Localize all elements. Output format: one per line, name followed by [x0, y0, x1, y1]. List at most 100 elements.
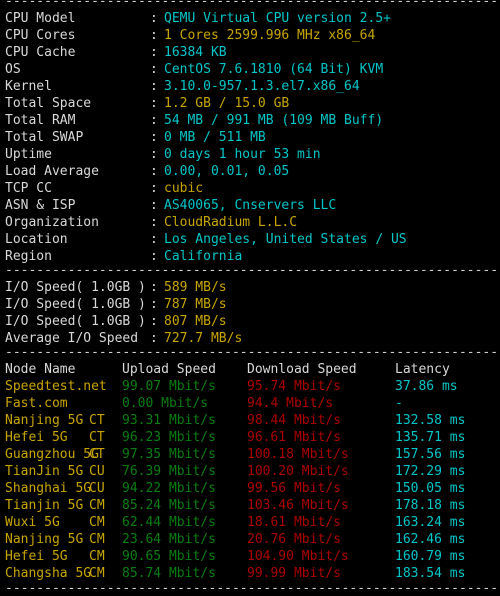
system-info-row: CPU Model: QEMU Virtual CPU version 2.5+ — [5, 10, 496, 27]
io-speed-label: I/O Speed( 1.0GB ) — [5, 280, 146, 295]
cell-upload-speed: 97.35 Mbit/s — [122, 447, 216, 462]
cell-isp: CM — [89, 515, 105, 530]
system-info-row: Organization: CloudRadium L.L.C — [5, 214, 496, 231]
speedtest-row: Changsha 5GCM 85.74 Mbit/s 99.99 Mbit/s 183… — [5, 565, 496, 582]
separator-io: ----------------------------------------… — [5, 265, 500, 278]
cell-upload-speed: 76.39 Mbit/s — [122, 464, 216, 479]
cell-node-name: Hefei 5G — [5, 549, 68, 564]
io-speed-block: I/O Speed( 1.0GB ):589 MB/s I/O Speed( 1.… — [0, 279, 500, 347]
system-info-label: Location — [5, 232, 68, 247]
io-speed-row: Average I/O Speed:727.7 MB/s — [5, 330, 496, 347]
colon-separator: : — [150, 331, 158, 346]
system-info-value: 1 Cores 2599.996 MHz x86_64 — [164, 28, 376, 43]
system-info-label: Total Space — [5, 96, 92, 111]
io-speed-value: 589 MB/s — [164, 280, 227, 295]
io-speed-label: I/O Speed( 1.0GB ) — [5, 314, 146, 329]
system-info-label: CPU Cache — [5, 45, 76, 60]
cell-isp: CT — [89, 447, 105, 462]
colon-separator: : — [150, 215, 158, 230]
io-speed-row: I/O Speed( 1.0GB ):787 MB/s — [5, 296, 496, 313]
colon-separator: : — [150, 62, 158, 77]
cell-download-speed: 99.56 Mbit/s — [247, 481, 341, 496]
cell-node-name: Shanghai 5G — [5, 481, 92, 496]
cell-node-name: Tianjin 5G — [5, 498, 84, 513]
separator-speedtest: ----------------------------------------… — [5, 347, 500, 360]
speedtest-row: Nanjing 5G CM 23.64 Mbit/s 20.76 Mbit/s 162.… — [5, 531, 496, 548]
colon-separator: : — [150, 11, 158, 26]
cell-latency: 157.56 ms — [395, 447, 466, 462]
cell-download-speed: 98.44 Mbit/s — [247, 413, 341, 428]
cell-download-speed: 99.99 Mbit/s — [247, 566, 341, 581]
colon-separator: : — [150, 147, 158, 162]
cell-latency: 135.71 ms — [395, 430, 466, 445]
cell-node-name: Fast.com — [5, 396, 68, 411]
cell-upload-speed: 85.74 Mbit/s — [122, 566, 216, 581]
system-info-row: Total RAM:54 MB / 991 MB (109 MB Buff) — [5, 112, 496, 129]
cell-node-name: TianJin 5G — [5, 464, 84, 479]
io-speed-label: I/O Speed( 1.0GB ) — [5, 297, 146, 312]
colon-separator: : — [150, 249, 158, 264]
colon-separator: : — [150, 79, 158, 94]
cell-download-speed: 100.20 Mbit/s — [247, 464, 349, 479]
cell-isp: CU — [89, 481, 105, 496]
system-info-row: TCP CC: cubic — [5, 180, 496, 197]
colon-separator: : — [150, 314, 158, 329]
cell-upload-speed: 85.24 Mbit/s — [122, 498, 216, 513]
cell-node-name: Wuxi 5G — [5, 515, 60, 530]
system-info-row: OS: CentOS 7.6.1810 (64 Bit) KVM — [5, 61, 496, 78]
separator-top: ----------------------------------------… — [5, 0, 500, 9]
cell-latency: - — [395, 396, 403, 411]
system-info-row: Region: California — [5, 248, 496, 265]
terminal-window: ----------------------------------------… — [0, 0, 500, 596]
system-info-label: OS — [5, 62, 21, 77]
cell-latency: 162.46 ms — [395, 532, 466, 547]
cell-node-name: Hefei 5G — [5, 430, 68, 445]
system-info-value: 54 MB / 991 MB (109 MB Buff) — [164, 113, 384, 128]
system-info-value: 1.2 GB / 15.0 GB — [164, 96, 290, 111]
system-info-label: Total RAM — [5, 113, 76, 128]
cell-upload-speed: 62.44 Mbit/s — [122, 515, 216, 530]
speedtest-row: Shanghai 5GCU 94.22 Mbit/s 99.56 Mbit/s 150… — [5, 480, 496, 497]
cell-upload-speed: 94.22 Mbit/s — [122, 481, 216, 496]
column-header-download-speed: Download Speed — [247, 362, 357, 377]
column-header-latency: Latency — [395, 362, 450, 377]
io-speed-value: 807 MB/s — [164, 314, 227, 329]
cell-node-name: Changsha 5G — [5, 566, 92, 581]
speedtest-row: Tianjin 5G CM 85.24 Mbit/s 103.46 Mbit/s 178… — [5, 497, 496, 514]
system-info-row: Location: Los Angeles, United States / US — [5, 231, 496, 248]
colon-separator: : — [150, 181, 158, 196]
speedtest-row: Guangzhou 5GCT 97.35 Mbit/s 100.18 Mbit/s 1… — [5, 446, 496, 463]
system-info-row: CPU Cores:1 Cores 2599.996 MHz x86_64 — [5, 27, 496, 44]
colon-separator: : — [150, 113, 158, 128]
system-info-value: 3.10.0-957.1.3.el7.x86_64 — [164, 79, 360, 94]
io-speed-value: 787 MB/s — [164, 297, 227, 312]
cell-download-speed: 103.46 Mbit/s — [247, 498, 349, 513]
colon-separator: : — [150, 28, 158, 43]
cell-latency: 172.29 ms — [395, 464, 466, 479]
cell-isp: CM — [89, 549, 105, 564]
speedtest-header-row: Node Name Upload Speed Download Speed Laten… — [5, 361, 496, 378]
system-info-label: ASN & ISP — [5, 198, 76, 213]
system-info-value: 0.00, 0.01, 0.05 — [164, 164, 290, 179]
system-info-label: TCP CC — [5, 181, 52, 196]
system-info-value: 0 MB / 511 MB — [164, 130, 266, 145]
cell-upload-speed: 93.31 Mbit/s — [122, 413, 216, 428]
colon-separator: : — [150, 96, 158, 111]
cell-download-speed: 95.74 Mbit/s — [247, 379, 341, 394]
system-info-value: CloudRadium L.L.C — [164, 215, 298, 230]
cell-isp: CU — [89, 464, 105, 479]
colon-separator: : — [150, 164, 158, 179]
colon-separator: : — [150, 297, 158, 312]
system-info-value: cubic — [164, 181, 204, 196]
cell-latency: 160.79 ms — [395, 549, 466, 564]
system-info-row: CPU Cache:16384 KB — [5, 44, 496, 61]
speedtest-row: TianJin 5G CU 76.39 Mbit/s 100.20 Mbit/s 172… — [5, 463, 496, 480]
system-info-row: Total Space:1.2 GB / 15.0 GB — [5, 95, 496, 112]
speedtest-row: Nanjing 5G CT 93.31 Mbit/s 98.44 Mbit/s 132.… — [5, 412, 496, 429]
cell-node-name: Guangzhou 5G — [5, 447, 99, 462]
cell-download-speed: 20.76 Mbit/s — [247, 532, 341, 547]
cell-latency: 183.54 ms — [395, 566, 466, 581]
system-info-label: Load Average — [5, 164, 99, 179]
system-info-label: Kernel — [5, 79, 52, 94]
column-header-upload-speed: Upload Speed — [122, 362, 216, 377]
